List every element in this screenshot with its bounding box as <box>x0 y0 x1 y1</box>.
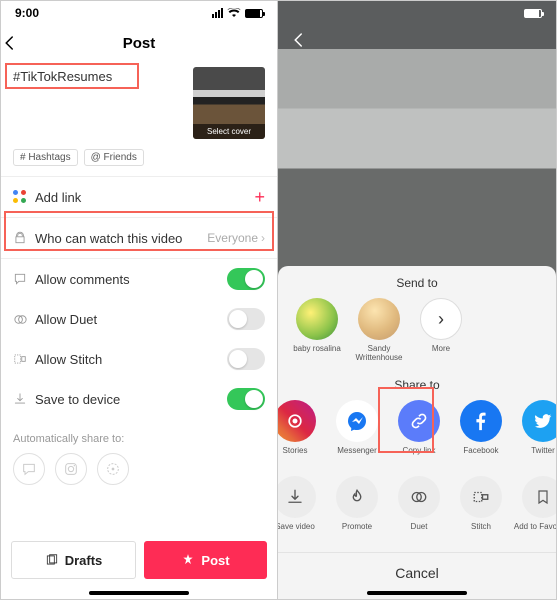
add-link-row[interactable]: Add link + <box>1 177 277 217</box>
stitch-label: Allow Stitch <box>35 352 227 367</box>
share-label: Copy link <box>403 446 436 464</box>
duet-toggle[interactable] <box>227 308 265 330</box>
flame-icon <box>336 476 378 518</box>
messenger-icon <box>336 400 378 442</box>
bookmark-icon <box>522 476 556 518</box>
twitter-icon <box>522 400 556 442</box>
more-contacts[interactable]: › More <box>410 298 472 362</box>
action-promote[interactable]: Promote <box>326 476 388 540</box>
contact-name: Sandy Writtenhouse <box>348 344 410 362</box>
action-favorite[interactable]: Add to Favorites <box>512 476 556 540</box>
drafts-label: Drafts <box>65 553 103 568</box>
status-indicators <box>212 8 263 18</box>
contact-name: baby rosalina <box>293 344 341 362</box>
share-to-header: Share to <box>278 368 556 398</box>
more-label: More <box>432 344 450 362</box>
save-row[interactable]: Save to device <box>1 379 277 419</box>
stitch-toggle[interactable] <box>227 348 265 370</box>
back-button[interactable] <box>290 31 308 49</box>
share-copylink[interactable]: Copy link <box>388 400 450 464</box>
action-label: Promote <box>342 522 372 540</box>
chevron-right-icon: › <box>261 231 265 245</box>
friends-chip[interactable]: @ Friends <box>84 149 144 166</box>
contact-item[interactable]: Sandy Writtenhouse <box>348 298 410 362</box>
contact-item[interactable]: baby rosalina <box>286 298 348 362</box>
download-icon <box>13 392 35 406</box>
plus-icon: + <box>254 187 265 208</box>
post-button[interactable]: Post <box>144 541 267 579</box>
action-label: Add to Favorites <box>514 522 556 540</box>
caption-input[interactable]: #TikTokResumes <box>13 67 183 139</box>
share-other-icon[interactable] <box>97 453 129 485</box>
duet-icon <box>13 312 35 327</box>
privacy-label: Who can watch this video <box>35 231 207 246</box>
lock-icon <box>13 231 35 245</box>
share-sheet: Send to baby rosalina Sandy Writtenhouse… <box>278 266 556 599</box>
share-label: Messenger <box>337 446 377 464</box>
home-indicator <box>89 591 189 595</box>
select-cover-label[interactable]: Select cover <box>193 124 265 139</box>
stitch-icon <box>13 352 35 366</box>
download-icon <box>278 476 316 518</box>
hashtags-chip[interactable]: # Hashtags <box>13 149 78 166</box>
privacy-value: Everyone <box>207 231 258 245</box>
action-duet[interactable]: Duet <box>388 476 450 540</box>
stitch-icon <box>460 476 502 518</box>
comment-icon <box>13 272 35 286</box>
share-label: Facebook <box>463 446 498 464</box>
facebook-icon <box>460 400 502 442</box>
comments-row[interactable]: Allow comments <box>1 259 277 299</box>
save-label: Save to device <box>35 392 227 407</box>
status-time: 9:00 <box>15 6 39 20</box>
duet-label: Allow Duet <box>35 312 227 327</box>
send-to-header: Send to <box>278 266 556 296</box>
share-label: Twitter <box>531 446 555 464</box>
privacy-row[interactable]: Who can watch this video Everyone› <box>1 218 277 258</box>
avatar <box>358 298 400 340</box>
post-label: Post <box>201 553 229 568</box>
comments-label: Allow comments <box>35 272 227 287</box>
duet-row[interactable]: Allow Duet <box>1 299 277 339</box>
share-facebook[interactable]: Facebook <box>450 400 512 464</box>
share-stories[interactable]: Stories <box>278 400 326 464</box>
share-sms-icon[interactable] <box>13 453 45 485</box>
action-stitch[interactable]: Stitch <box>450 476 512 540</box>
comments-toggle[interactable] <box>227 268 265 290</box>
share-twitter[interactable]: Twitter <box>512 400 556 464</box>
save-toggle[interactable] <box>227 388 265 410</box>
share-instagram-icon[interactable] <box>55 453 87 485</box>
avatar <box>296 298 338 340</box>
link-icon <box>398 400 440 442</box>
chevron-right-icon: › <box>420 298 462 340</box>
action-label: Stitch <box>471 522 491 540</box>
cancel-button[interactable]: Cancel <box>278 552 556 583</box>
stories-icon <box>278 400 316 442</box>
duet-icon <box>398 476 440 518</box>
share-label: Stories <box>283 446 308 464</box>
link-icon <box>13 190 35 204</box>
home-indicator <box>367 591 467 595</box>
action-label: Duet <box>411 522 428 540</box>
action-save[interactable]: Save video <box>278 476 326 540</box>
stitch-row[interactable]: Allow Stitch <box>1 339 277 379</box>
add-link-label: Add link <box>35 190 254 205</box>
page-title: Post <box>1 35 277 52</box>
auto-share-label: Automatically share to: <box>1 419 277 453</box>
share-messenger[interactable]: Messenger <box>326 400 388 464</box>
video-thumbnail[interactable]: Select cover <box>193 67 265 139</box>
drafts-button[interactable]: Drafts <box>11 541 136 579</box>
action-label: Save video <box>278 522 315 540</box>
